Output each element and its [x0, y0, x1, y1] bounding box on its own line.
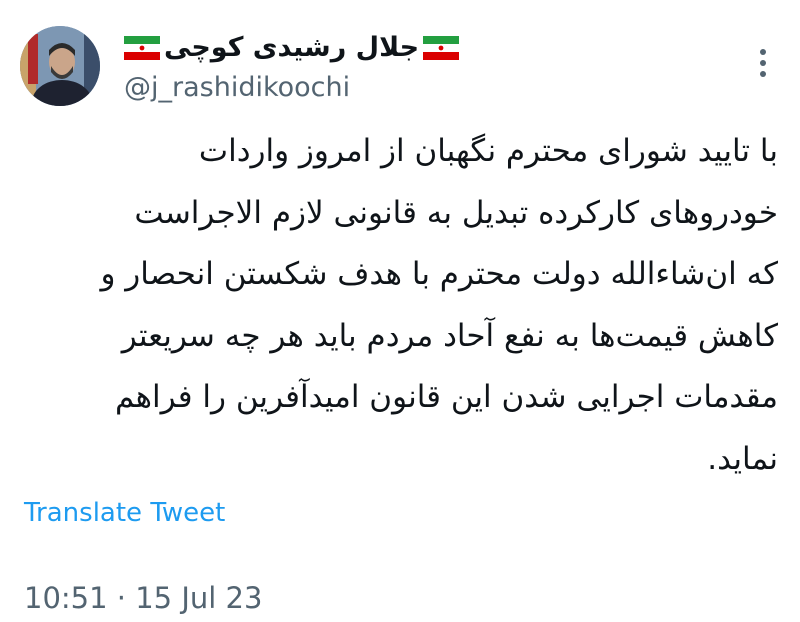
- iran-flag-icon: [124, 36, 160, 60]
- author-handle[interactable]: @j_rashidikoochi: [124, 70, 350, 106]
- tweet-timestamp[interactable]: 10:51 · 15 Jul 23: [24, 578, 262, 618]
- avatar[interactable]: [20, 26, 100, 106]
- translate-tweet-link[interactable]: Translate Tweet: [24, 495, 225, 531]
- tweet-text-line: با تایید شورای محترم نگهبان از امروز وار…: [198, 133, 778, 169]
- author-display-name: جلال رشیدی کوچی: [164, 32, 420, 63]
- tweet-text-line: کاهش قیمت‌ها به نفع آحاد مردم باید هر چه…: [121, 317, 778, 354]
- iran-flag-icon: [423, 36, 460, 60]
- more-vertical-icon[interactable]: [748, 46, 778, 80]
- profile-photo-icon: [20, 26, 100, 106]
- tweet-text-line: مقدمات اجرایی شدن این قانون امیدآفرین را…: [115, 379, 778, 416]
- tweet-text: با تایید شورای محترم نگهبان از امروز وار…: [20, 121, 778, 491]
- tweet-text-line: نماید.: [707, 440, 778, 477]
- tweet-card: جلال رشیدی کوچی @j_rashidikoochi با تایی…: [0, 0, 800, 622]
- tweet-text-line: که ان‌شاءالله دولت محترم با هدف شکستن ان…: [100, 256, 778, 293]
- tweet-text-line: خودروهای کارکرده تبدیل به قانونی لازم ال…: [134, 194, 778, 231]
- author-name-row[interactable]: جلال رشیدی کوچی: [124, 28, 460, 68]
